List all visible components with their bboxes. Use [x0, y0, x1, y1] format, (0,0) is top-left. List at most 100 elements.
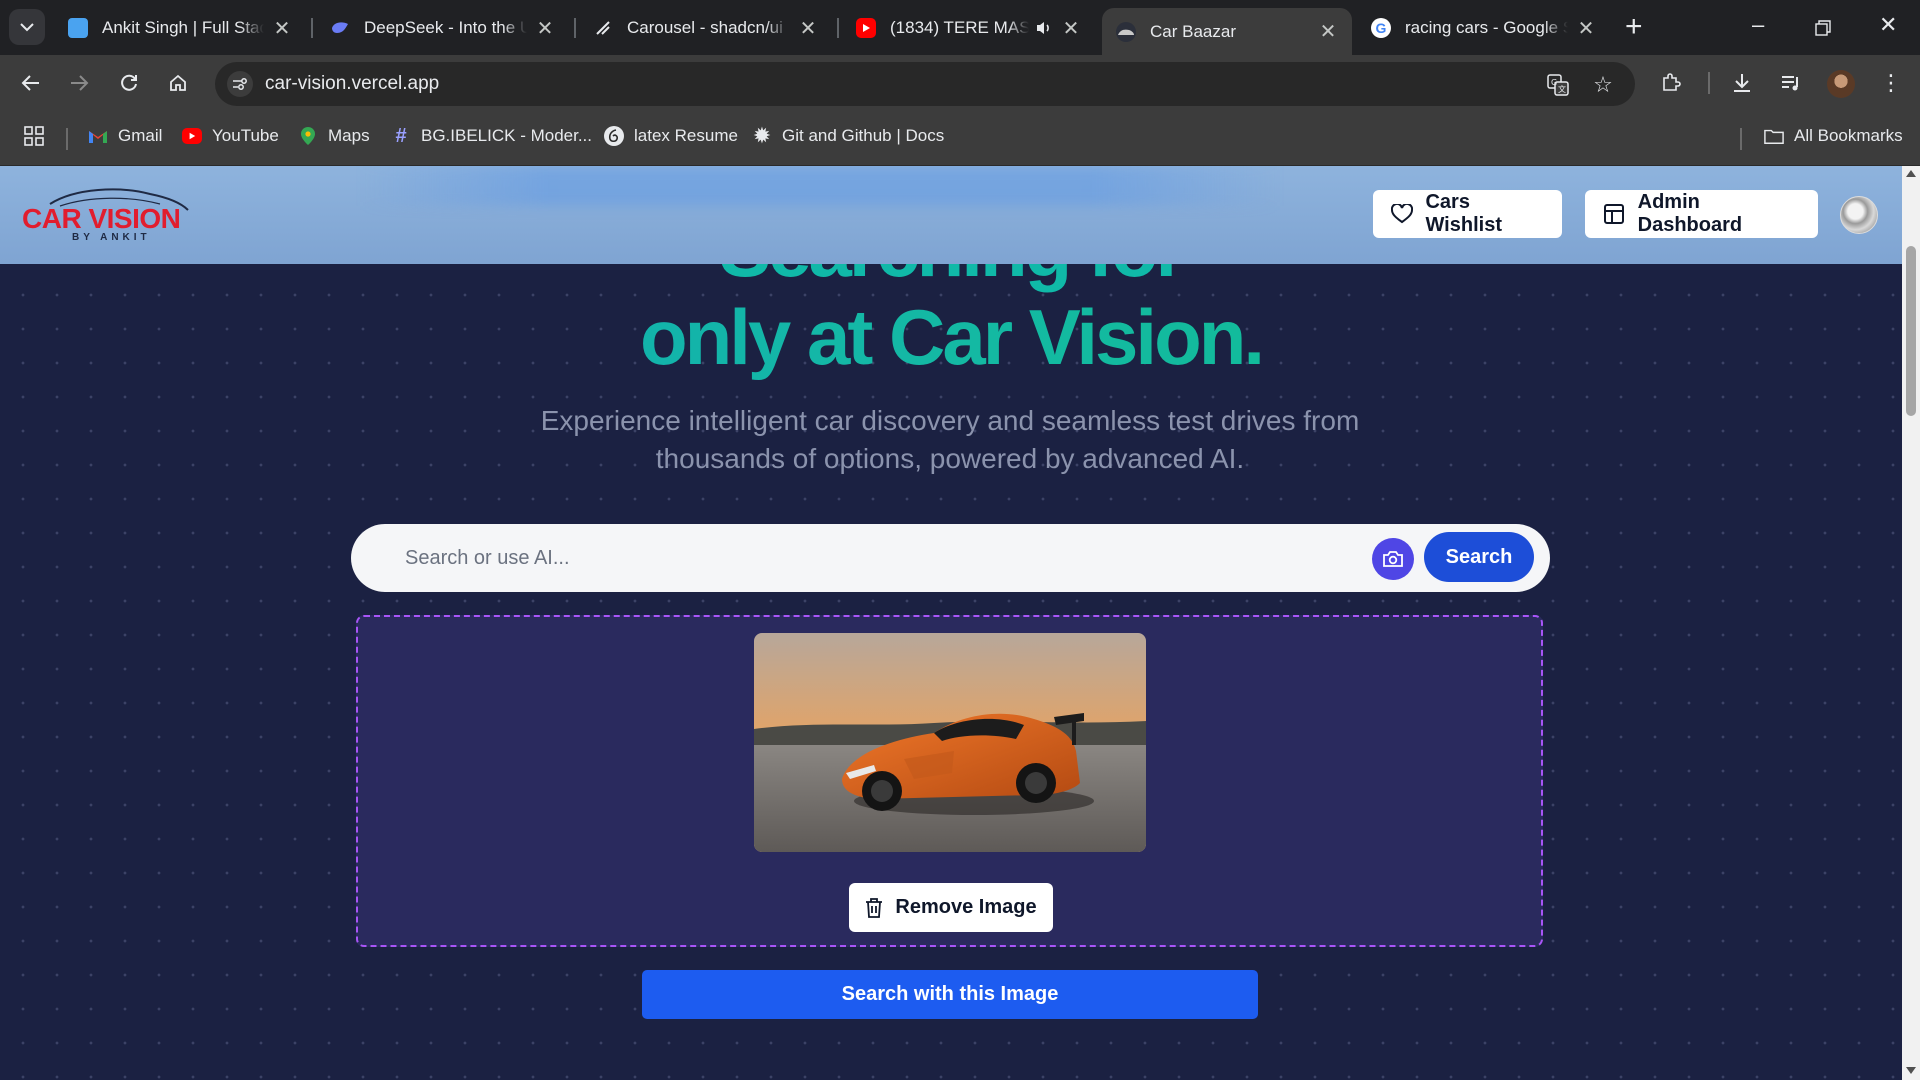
button-label: Admin Dashboard — [1637, 191, 1743, 236]
heart-icon — [1391, 202, 1414, 226]
svg-text:G: G — [1551, 78, 1557, 87]
uploaded-car-image — [754, 633, 1146, 852]
speaker-icon[interactable] — [1035, 20, 1053, 36]
translate-icon[interactable]: G文 — [1545, 72, 1571, 98]
search-bar: Search — [351, 524, 1550, 592]
tab-separator — [837, 18, 839, 38]
tab-google-search[interactable]: G racing cars - Google Search ✕ — [1357, 8, 1610, 48]
close-icon[interactable]: ✕ — [1576, 16, 1596, 41]
site-header: CAR VISION BY ANKIT Cars Wishlist Admin … — [0, 166, 1902, 264]
bookmark-gmail[interactable]: Gmail — [88, 126, 162, 146]
bookmark-label: Git and Github | Docs — [782, 126, 945, 145]
close-icon[interactable]: ✕ — [798, 16, 818, 41]
tab-youtube[interactable]: (1834) TERE MASTI ✕ — [842, 8, 1095, 48]
tab-title: Car Baazar — [1150, 21, 1236, 41]
close-icon[interactable]: ✕ — [1318, 19, 1338, 44]
bookmark-label: Maps — [328, 126, 370, 145]
bookmark-separator — [1740, 128, 1742, 150]
cars-wishlist-button[interactable]: Cars Wishlist — [1373, 190, 1562, 238]
tab-separator — [311, 18, 313, 38]
new-tab-button[interactable]: + — [1625, 10, 1643, 44]
extensions-icon[interactable] — [1656, 68, 1686, 98]
tab-title: racing cars - Google Search — [1405, 18, 1568, 37]
svg-text:文: 文 — [1558, 84, 1566, 94]
forward-icon[interactable] — [64, 68, 94, 98]
camera-icon — [1383, 551, 1403, 567]
bookmark-youtube[interactable]: YouTube — [182, 126, 279, 146]
media-control-icon[interactable] — [1776, 68, 1806, 98]
bookmark-label: YouTube — [212, 126, 279, 145]
hero-subtitle-line: Experience intelligent car discovery and… — [540, 405, 1360, 436]
tab-title: Carousel - shadcn/ui — [627, 18, 783, 37]
bookmark-latex-resume[interactable]: latex Resume — [604, 126, 738, 146]
camera-upload-button[interactable] — [1372, 538, 1414, 580]
close-icon[interactable]: ✕ — [535, 16, 555, 41]
scroll-up-arrow-icon[interactable] — [1906, 170, 1916, 177]
remove-image-button[interactable]: Remove Image — [849, 883, 1053, 932]
url-text: car-vision.vercel.app — [265, 73, 440, 94]
youtube-favicon-icon — [856, 18, 876, 38]
tab-title: DeepSeek - Into the Unknown — [364, 18, 527, 37]
site-info-icon[interactable] — [227, 71, 253, 97]
close-icon[interactable]: ✕ — [272, 16, 292, 41]
toolbar-separator — [1708, 72, 1710, 94]
search-button[interactable]: Search — [1424, 532, 1534, 582]
kebab-menu-icon[interactable]: ⋮ — [1876, 68, 1906, 98]
overleaf-icon — [604, 126, 624, 146]
all-bookmarks-button[interactable]: All Bookmarks — [1764, 126, 1903, 146]
tab-title: (1834) TERE MASTI — [890, 18, 1029, 37]
hero-subtitle: Experience intelligent car discovery and… — [500, 402, 1400, 478]
deepseek-favicon-icon — [330, 18, 350, 38]
scrollbar-thumb[interactable] — [1906, 246, 1916, 416]
tab-car-baazar[interactable]: Car Baazar ✕ — [1102, 8, 1352, 55]
shadcn-favicon-icon — [593, 18, 613, 38]
hero-subtitle-line: thousands of options, powered by advance… — [655, 443, 1245, 474]
folder-icon — [1764, 126, 1784, 146]
page-scrollbar[interactable] — [1902, 166, 1920, 1080]
tab-search-button[interactable] — [9, 9, 45, 45]
bookmark-label: All Bookmarks — [1794, 126, 1903, 145]
layout-dashboard-icon — [1603, 202, 1626, 226]
youtube-icon — [182, 128, 202, 144]
user-avatar[interactable] — [1840, 196, 1878, 234]
tab-deepseek[interactable]: DeepSeek - Into the Unknown ✕ — [316, 8, 569, 48]
close-window-icon[interactable]: ✕ — [1879, 12, 1897, 38]
page-viewport: Searching for only at Car Vision. Experi… — [0, 166, 1902, 1080]
hero-title-top: Searching for — [0, 264, 1902, 295]
trash-icon — [865, 897, 883, 918]
gear-icon: ✹ — [752, 123, 772, 148]
restore-icon[interactable] — [1815, 16, 1831, 42]
bookmark-git-github[interactable]: ✹ Git and Github | Docs — [752, 123, 945, 148]
close-icon[interactable]: ✕ — [1061, 16, 1081, 41]
search-input[interactable] — [405, 543, 1305, 573]
home-icon[interactable] — [163, 68, 193, 98]
button-label: Cars Wishlist — [1425, 191, 1502, 236]
header-blur-decoration — [360, 166, 1280, 206]
tab-portfolio[interactable]: Ankit Singh | Full Stack ✕ — [54, 8, 306, 48]
google-favicon-icon: G — [1371, 18, 1391, 38]
browser-tab-strip: Ankit Singh | Full Stack ✕ DeepSeek - In… — [0, 0, 1920, 55]
bookmarks-bar: Gmail YouTube Maps # BG.IBELICK - Moder.… — [0, 112, 1920, 166]
search-with-image-button[interactable]: Search with this Image — [642, 970, 1258, 1019]
bookmark-separator — [66, 128, 68, 150]
portfolio-favicon-icon — [68, 18, 88, 38]
profile-avatar[interactable] — [1827, 70, 1855, 98]
bookmark-bg-ibelick[interactable]: # BG.IBELICK - Moder... — [391, 125, 593, 147]
download-icon[interactable] — [1727, 68, 1757, 98]
bookmark-label: latex Resume — [634, 126, 738, 145]
star-icon[interactable]: ☆ — [1590, 72, 1616, 98]
bookmark-maps[interactable]: Maps — [298, 126, 370, 146]
address-bar[interactable]: car-vision.vercel.app G文 ☆ — [215, 62, 1635, 106]
admin-dashboard-button[interactable]: Admin Dashboard — [1585, 190, 1818, 238]
reload-icon[interactable] — [114, 68, 144, 98]
bookmark-label: BG.IBELICK - Moder... — [421, 126, 593, 145]
tab-shadcn-carousel[interactable]: Carousel - shadcn/ui ✕ — [579, 8, 832, 48]
car-vision-logo[interactable]: CAR VISION BY ANKIT — [20, 184, 205, 246]
apps-grid-icon[interactable] — [24, 126, 44, 146]
scroll-down-arrow-icon[interactable] — [1906, 1067, 1916, 1074]
svg-text:BY ANKIT: BY ANKIT — [72, 232, 151, 243]
browser-toolbar: car-vision.vercel.app G文 ☆ ⋮ — [0, 55, 1920, 112]
minimize-icon[interactable]: – — [1752, 12, 1764, 38]
image-dropzone[interactable]: Remove Image — [356, 615, 1543, 947]
back-icon[interactable] — [16, 68, 46, 98]
